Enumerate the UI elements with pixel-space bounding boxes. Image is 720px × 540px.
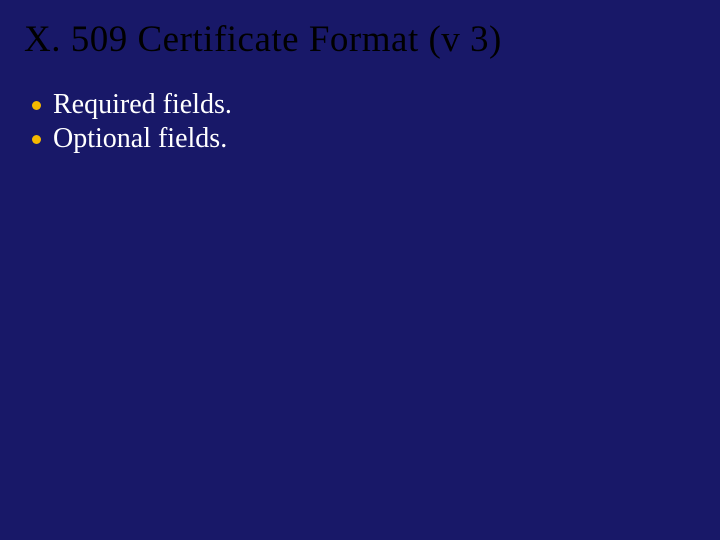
bullet-icon <box>32 101 41 110</box>
bullet-text: Required fields. <box>53 89 232 121</box>
list-item: Required fields. <box>32 89 696 121</box>
bullet-icon <box>32 135 41 144</box>
slide-title: X. 509 Certificate Format (v 3) <box>24 18 696 61</box>
list-item: Optional fields. <box>32 123 696 155</box>
bullet-list: Required fields. Optional fields. <box>24 89 696 155</box>
slide-container: X. 509 Certificate Format (v 3) Required… <box>0 0 720 540</box>
bullet-text: Optional fields. <box>53 123 227 155</box>
